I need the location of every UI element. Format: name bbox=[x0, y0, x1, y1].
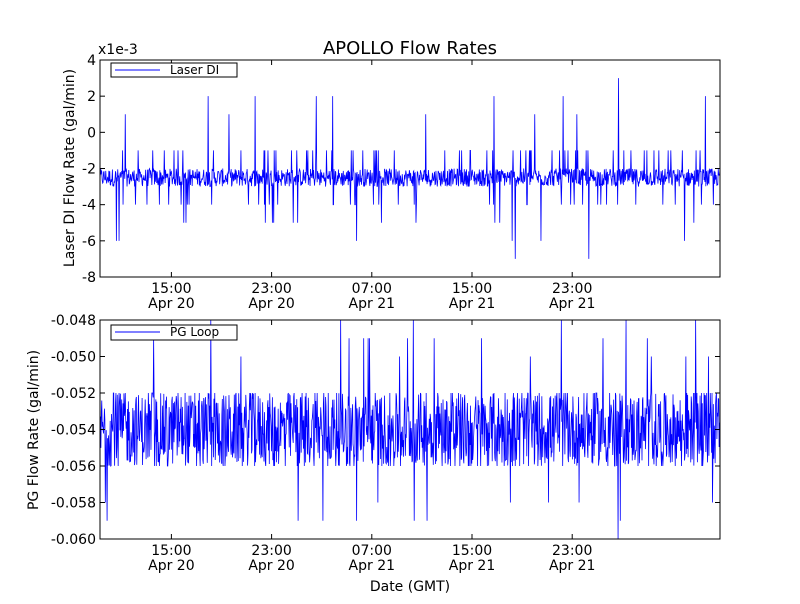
x-axis-label: Date (GMT) bbox=[370, 579, 450, 595]
x-tick-label-date: Apr 20 bbox=[148, 296, 194, 312]
figure: APOLLO Flow Rates 4 2 0 -2 -4 -6 -8 15:00 Apr 2… bbox=[0, 0, 800, 600]
x-tick-label-date: Apr 21 bbox=[549, 558, 595, 574]
y-tick-label: -8 bbox=[82, 270, 96, 286]
axes-pg-loop: -0.048 -0.050 -0.052 -0.054 -0.056 -0.058 -0.0… bbox=[26, 313, 721, 574]
y-tick-label: -0.056 bbox=[51, 459, 96, 475]
x-tick-label-time: 23:00 bbox=[251, 543, 291, 559]
x-tick-label-time: 15:00 bbox=[151, 281, 191, 297]
y-offset-label: x1e-3 bbox=[98, 42, 138, 58]
y-tick-label: -0.060 bbox=[51, 532, 96, 548]
legend-label-pg-loop: PG Loop bbox=[170, 325, 219, 339]
y-axis-label-pg-loop: PG Flow Rate (gal/min) bbox=[26, 350, 42, 510]
y-tick-label: -6 bbox=[82, 234, 96, 250]
y-tick-label: -0.058 bbox=[51, 496, 96, 512]
x-tick-label-date: Apr 20 bbox=[148, 558, 194, 574]
x-tick-label-time: 07:00 bbox=[352, 543, 392, 559]
y-tick-label: 0 bbox=[87, 125, 96, 141]
y-tick-label: -2 bbox=[82, 162, 96, 178]
legend-laser-di: Laser DI bbox=[110, 62, 238, 78]
x-tick-label-date: Apr 21 bbox=[449, 558, 495, 574]
y-tick-label: -0.048 bbox=[51, 313, 96, 329]
x-tick-label-date: Apr 20 bbox=[248, 296, 294, 312]
x-tick-label-time: 15:00 bbox=[151, 543, 191, 559]
x-tick-label-date: Apr 21 bbox=[549, 296, 595, 312]
x-tick-label-date: Apr 21 bbox=[449, 296, 495, 312]
y-tick-label: -0.052 bbox=[51, 386, 96, 402]
x-tick-label-time: 15:00 bbox=[452, 281, 492, 297]
legend-pg-loop: PG Loop bbox=[110, 324, 238, 341]
y-tick-label: -4 bbox=[82, 198, 96, 214]
plot-area-laser-di bbox=[100, 60, 720, 277]
y-axis-label-laser-di: Laser DI Flow Rate (gal/min) bbox=[62, 69, 78, 267]
figure-title: APOLLO Flow Rates bbox=[323, 38, 497, 59]
x-tick-label-time: 23:00 bbox=[251, 281, 291, 297]
y-tick-label: 4 bbox=[87, 53, 96, 69]
y-tick-label: -0.050 bbox=[51, 350, 96, 366]
x-tick-label-time: 07:00 bbox=[352, 281, 392, 297]
x-tick-label-time: 23:00 bbox=[552, 281, 592, 297]
x-tick-label-time: 15:00 bbox=[452, 543, 492, 559]
x-tick-label-date: Apr 21 bbox=[349, 558, 395, 574]
x-tick-label-date: Apr 20 bbox=[248, 558, 294, 574]
y-tick-label: -0.054 bbox=[51, 423, 96, 439]
y-tick-label: 2 bbox=[87, 89, 96, 105]
legend-label-laser-di: Laser DI bbox=[170, 63, 219, 77]
axes-laser-di: 420-2-4-6-8 15:00Apr 2023:00Apr 2007:00A… bbox=[62, 42, 721, 312]
x-tick-label-date: Apr 21 bbox=[349, 296, 395, 312]
x-tick-label-time: 23:00 bbox=[552, 543, 592, 559]
figure-canvas: APOLLO Flow Rates 420-2-4-6-8 15:00Apr 2… bbox=[0, 0, 800, 600]
